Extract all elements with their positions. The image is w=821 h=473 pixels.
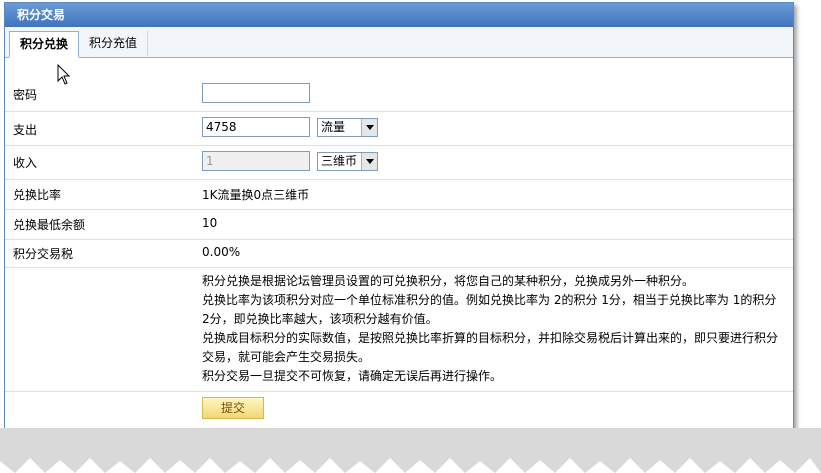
- income-row: 收入 1 三维币: [5, 145, 793, 180]
- chevron-down-icon: [361, 119, 377, 136]
- description-line: 兑换比率为该项积分对应一个单位标准积分的值。例如兑换比率为 2的积分 1分，相当…: [202, 293, 777, 326]
- tax-row: 积分交易税 0.00%: [5, 239, 793, 268]
- income-label: 收入: [13, 156, 38, 170]
- tab-points-recharge[interactable]: 积分充值: [79, 31, 149, 56]
- submit-button[interactable]: 提交: [202, 397, 264, 419]
- pay-amount-field[interactable]: 4758: [202, 117, 310, 137]
- torn-edge-decoration: [0, 428, 821, 473]
- min-balance-label: 兑换最低余额: [13, 218, 86, 232]
- income-unit-select[interactable]: 三维币: [317, 152, 378, 171]
- chevron-down-icon: [361, 153, 377, 170]
- password-row: 密码: [5, 75, 793, 112]
- tax-value: 0.00%: [202, 245, 241, 259]
- pay-unit-value: 流量: [321, 120, 346, 134]
- description-line: 积分兑换是根据论坛管理员设置的可兑换积分，将您自己的某种积分，兑换成另外一种积分…: [202, 274, 695, 288]
- pay-label: 支出: [13, 123, 38, 137]
- password-label: 密码: [13, 88, 38, 102]
- tax-label: 积分交易税: [13, 247, 74, 261]
- description-line: 兑换成目标积分的实际数值，是按照兑换比率折算的目标积分，并扣除交易税后计算出来的…: [202, 331, 779, 364]
- submit-row: 提交: [5, 391, 793, 425]
- tab-bar: 积分兑换 积分充值: [5, 27, 793, 58]
- rate-row: 兑换比率 1K流量换0点三维币: [5, 179, 793, 210]
- rate-value: 1K流量换0点三维币: [202, 188, 310, 202]
- tab-points-exchange[interactable]: 积分兑换: [9, 31, 80, 58]
- password-field[interactable]: [202, 83, 310, 103]
- points-trade-panel: 积分交易 积分兑换 积分充值 密码 支出 4758 流量 收入 1 三维币 兑换…: [4, 2, 794, 433]
- min-balance-row: 兑换最低余额 10: [5, 209, 793, 240]
- pay-unit-select[interactable]: 流量: [317, 118, 378, 137]
- description-row: 积分兑换是根据论坛管理员设置的可兑换积分，将您自己的某种积分，兑换成另外一种积分…: [5, 267, 793, 392]
- exchange-description: 积分兑换是根据论坛管理员设置的可兑换积分，将您自己的某种积分，兑换成另外一种积分…: [202, 272, 787, 386]
- rate-label: 兑换比率: [13, 188, 62, 202]
- income-amount-field: 1: [202, 151, 310, 171]
- income-unit-value: 三维币: [321, 154, 358, 168]
- pay-row: 支出 4758 流量: [5, 111, 793, 146]
- min-balance-value: 10: [202, 216, 218, 230]
- description-line: 积分交易一旦提交不可恢复，请确定无误后再进行操作。: [202, 369, 503, 383]
- panel-title: 积分交易: [5, 3, 793, 27]
